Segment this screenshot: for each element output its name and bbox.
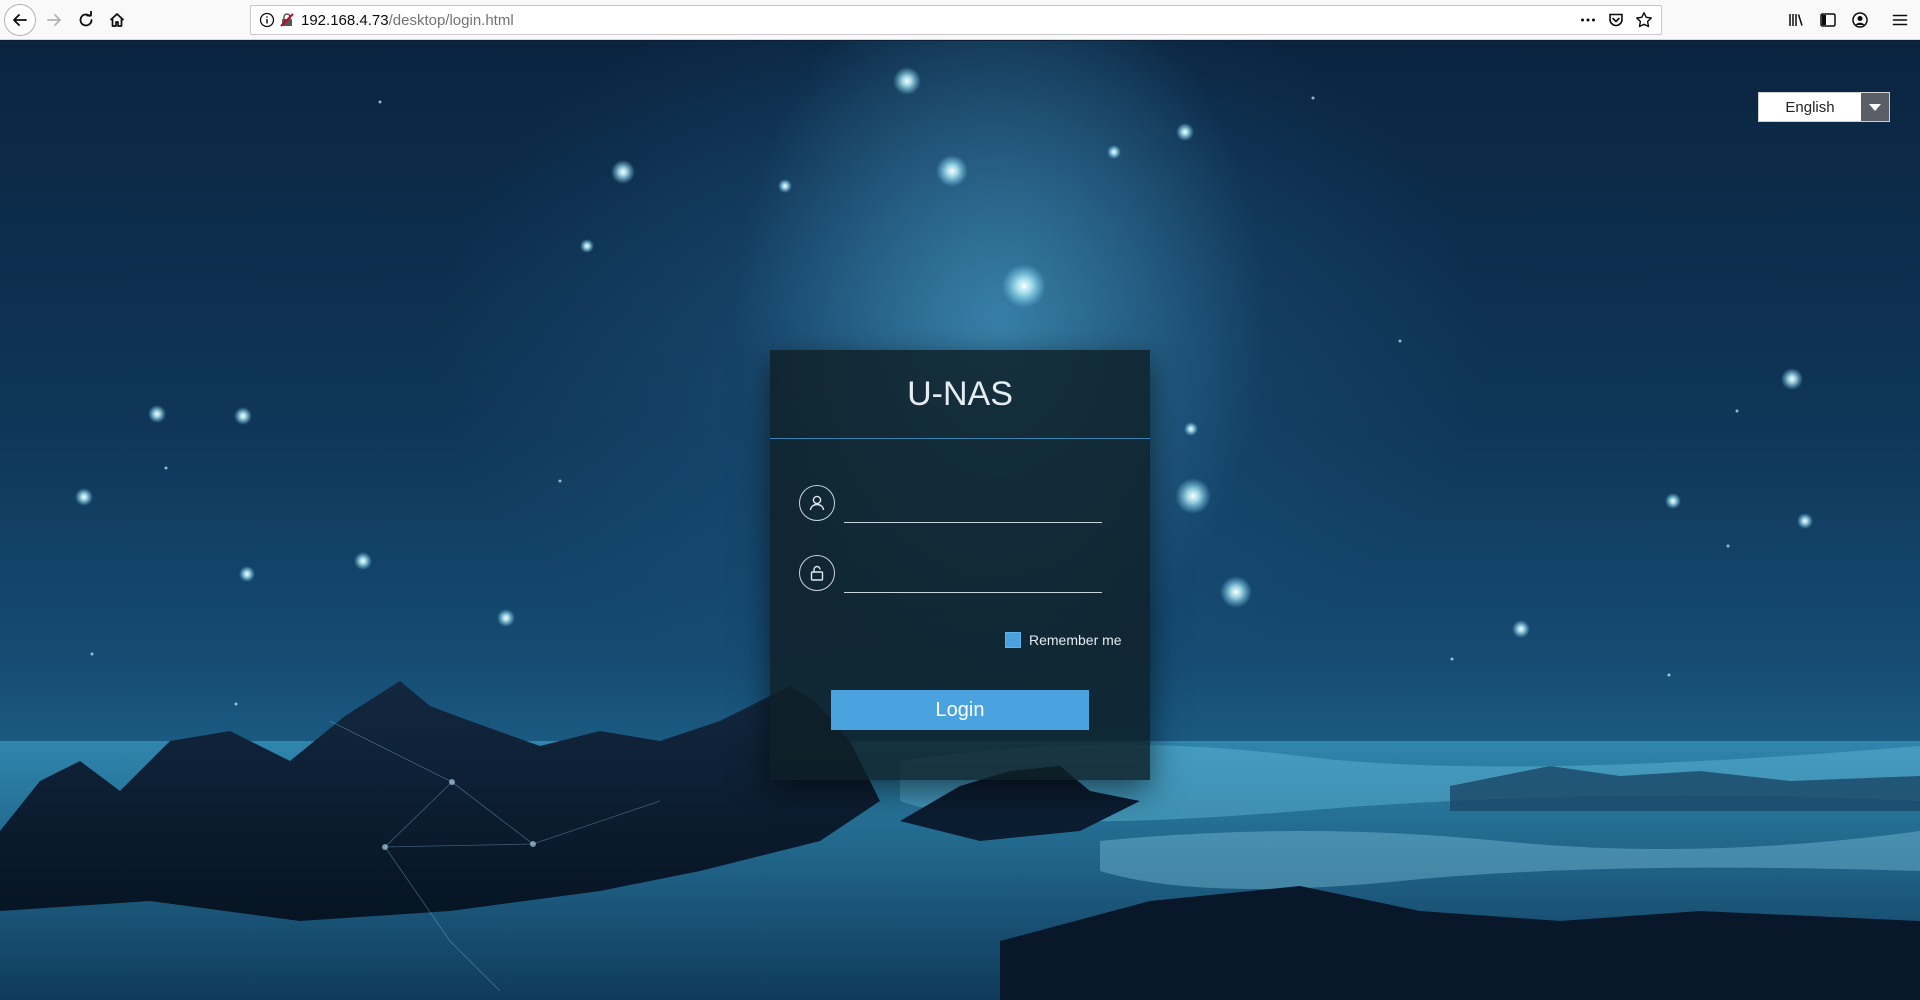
username-input[interactable] (844, 489, 1102, 523)
info-icon[interactable] (259, 12, 275, 28)
reload-icon (79, 11, 93, 27)
home-icon (109, 13, 125, 27)
sidebar-icon (1820, 13, 1836, 27)
hamburger-menu-icon (1892, 14, 1908, 26)
login-page: English U-NAS Remember me Login (0, 41, 1920, 1000)
password-row (799, 555, 1105, 595)
remember-me[interactable]: Remember me (1005, 632, 1122, 648)
language-dropdown-toggle[interactable] (1861, 93, 1889, 121)
url-path: /desktop/login.html (388, 11, 514, 29)
more-actions-icon[interactable] (1579, 11, 1597, 29)
url-host: 192.168.4.73 (301, 11, 389, 29)
menu-button[interactable] (1888, 8, 1912, 32)
library-icon (1789, 14, 1803, 26)
bookmark-star-icon[interactable] (1635, 11, 1653, 29)
url-actions (1579, 11, 1653, 29)
back-button[interactable] (4, 4, 36, 36)
forward-button[interactable] (38, 4, 70, 36)
remember-me-label[interactable]: Remember me (1029, 632, 1122, 648)
username-row (799, 485, 1105, 525)
login-title: U-NAS (770, 350, 1150, 439)
back-arrow-icon (13, 14, 27, 26)
account-button[interactable] (1848, 8, 1872, 32)
language-select[interactable]: English (1758, 92, 1890, 122)
login-panel: U-NAS Remember me Login (770, 350, 1150, 780)
login-button[interactable]: Login (831, 690, 1089, 730)
library-button[interactable] (1784, 8, 1808, 32)
lock-icon (799, 555, 835, 591)
password-input[interactable] (844, 559, 1102, 593)
user-icon (799, 485, 835, 521)
language-selected-value: English (1785, 98, 1835, 116)
home-button[interactable] (101, 4, 133, 36)
sidebar-button[interactable] (1816, 8, 1840, 32)
pocket-icon[interactable] (1607, 11, 1625, 29)
remember-me-checkbox[interactable] (1005, 632, 1021, 648)
url-bar[interactable]: 192.168.4.73/desktop/login.html (250, 5, 1662, 35)
chevron-down-icon (1869, 104, 1881, 111)
forward-arrow-icon (47, 14, 61, 26)
account-icon (1852, 12, 1868, 28)
browser-toolbar: 192.168.4.73/desktop/login.html (0, 0, 1920, 40)
url-text[interactable]: 192.168.4.73/desktop/login.html (301, 12, 514, 29)
insecure-connection-icon[interactable] (279, 12, 295, 28)
reload-button[interactable] (70, 4, 102, 36)
